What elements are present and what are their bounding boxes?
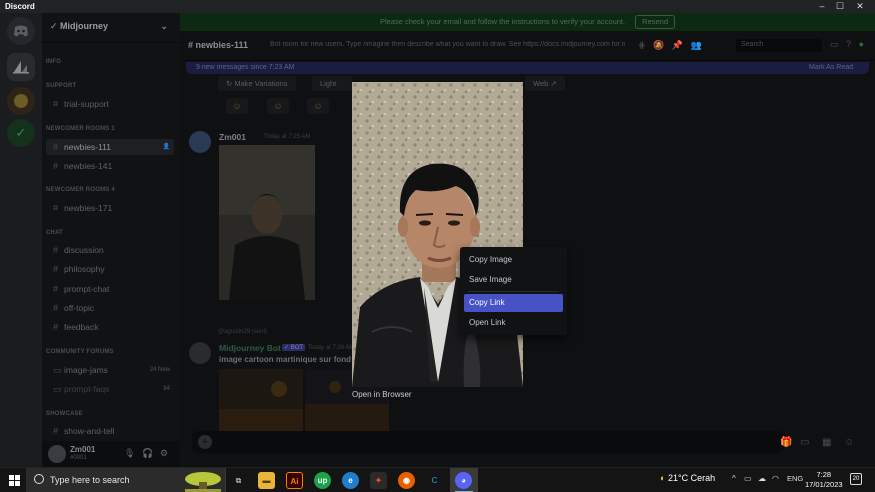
- search-highlight-icon: [185, 472, 221, 492]
- windows-start-icon[interactable]: [9, 475, 20, 486]
- discord-taskbar-icon[interactable]: ◕: [455, 472, 472, 489]
- copy-link-menu-item[interactable]: Copy Link: [464, 294, 563, 312]
- menu-divider: [468, 291, 559, 292]
- screen: Discord – ☐ ✕ ✓ ✓ Midjourney ⌄ INFO SUPP…: [0, 0, 875, 492]
- chevron-up-icon[interactable]: ^: [732, 474, 736, 483]
- vscode-icon[interactable]: C: [426, 472, 443, 489]
- enlarged-photo[interactable]: [352, 82, 523, 387]
- minimize-button[interactable]: –: [815, 0, 829, 12]
- firefox-icon[interactable]: ◉: [398, 472, 415, 489]
- taskbar: Type here to search ⧉ ▬ Ai up e ✦ ◉ C ◕ …: [0, 467, 875, 492]
- context-menu: Copy Image Save Image Copy Link Open Lin…: [460, 247, 567, 335]
- open-in-browser-link[interactable]: Open in Browser: [352, 390, 412, 399]
- battery-icon[interactable]: ▭: [744, 474, 752, 483]
- illustrator-icon[interactable]: Ai: [286, 472, 303, 489]
- search-icon: [34, 474, 44, 484]
- maximize-button[interactable]: ☐: [833, 0, 847, 12]
- weather-widget[interactable]: ◐ 21°C Cerah: [660, 473, 715, 483]
- close-button[interactable]: ✕: [853, 0, 867, 12]
- notification-center-icon[interactable]: 20: [850, 473, 862, 485]
- wifi-icon[interactable]: ◠: [772, 474, 779, 483]
- taskbar-search-input[interactable]: Type here to search: [26, 468, 226, 492]
- edge-icon[interactable]: e: [342, 472, 359, 489]
- task-view-icon[interactable]: ⧉: [230, 472, 247, 489]
- upwork-icon[interactable]: up: [314, 472, 331, 489]
- figma-icon[interactable]: ✦: [370, 472, 387, 489]
- app-title: Discord: [5, 2, 35, 11]
- save-image-menu-item[interactable]: Save Image: [464, 271, 563, 289]
- file-explorer-icon[interactable]: ▬: [258, 472, 275, 489]
- clock[interactable]: 7:28 17/01/2023: [805, 470, 843, 490]
- copy-image-menu-item[interactable]: Copy Image: [464, 251, 563, 269]
- language-indicator[interactable]: ENG: [787, 474, 803, 483]
- open-link-menu-item[interactable]: Open Link: [464, 314, 563, 332]
- title-bar: Discord – ☐ ✕: [0, 0, 875, 13]
- weather-icon: ◐: [660, 473, 666, 483]
- cloud-icon[interactable]: ☁: [758, 474, 766, 483]
